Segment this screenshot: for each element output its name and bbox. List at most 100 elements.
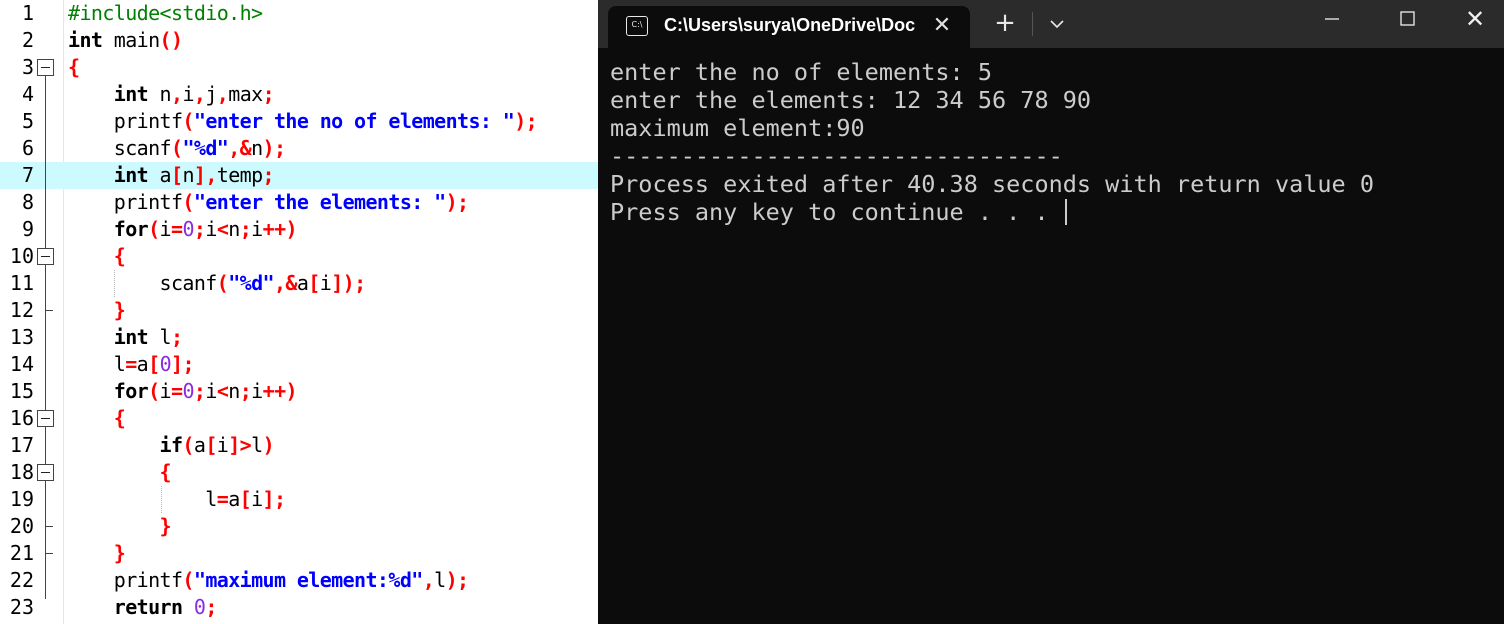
code-token: ; (193, 217, 206, 241)
code-token: i (159, 379, 172, 403)
console-output[interactable]: enter the no of elements: 5 enter the ele… (610, 58, 1374, 226)
code-text: for(i=0;i<n;i++) (68, 216, 298, 243)
code-token: printf (68, 190, 183, 214)
code-token: ; (239, 217, 252, 241)
code-token: ; (262, 163, 275, 187)
fold-end-mark (45, 553, 53, 554)
code-line[interactable]: 5 printf("enter the no of elements: "); (0, 108, 598, 135)
code-token: , (422, 568, 435, 592)
code-line[interactable]: 22 printf("maximum element:%d",l); (0, 567, 598, 594)
code-token: i (251, 487, 263, 511)
code-token: ]> (228, 433, 252, 457)
code-token: for (113, 217, 149, 241)
code-line[interactable]: 23 return 0; (0, 594, 598, 621)
code-line[interactable]: 1 #include<stdio.h> (0, 0, 598, 27)
code-token: < (216, 217, 229, 241)
code-line[interactable]: 9 for(i=0;i<n;i++) (0, 216, 598, 243)
code-token: = (171, 379, 183, 403)
console-line: enter the elements: 12 34 56 78 90 (610, 86, 1374, 114)
code-token: 0 (193, 595, 206, 619)
code-line[interactable]: 3{ (0, 54, 598, 81)
code-token: i (319, 271, 332, 295)
code-line[interactable]: 10 { (0, 243, 598, 270)
fold-toggle-icon[interactable] (37, 464, 54, 481)
window-close-icon[interactable]: ✕ (1442, 0, 1504, 40)
terminal-tab[interactable]: C:\ C:\Users\surya\OneDrive\Doc ✕ (608, 6, 970, 48)
code-token: ( (148, 217, 160, 241)
minimize-icon[interactable] (1298, 0, 1364, 40)
fold-toggle-icon[interactable] (37, 248, 54, 265)
code-token: max (228, 82, 263, 106)
code-line[interactable]: 11 scanf("%d",&a[i]); (0, 270, 598, 297)
code-token: ++) (262, 379, 298, 403)
maximize-icon[interactable] (1374, 0, 1440, 40)
titlebar-divider (1032, 12, 1033, 36)
code-line[interactable]: 20 } (0, 513, 598, 540)
code-token: i (251, 379, 263, 403)
code-text: if(a[i]>l) (68, 432, 275, 459)
close-icon[interactable]: ✕ (928, 12, 956, 40)
code-line[interactable]: 14 l=a[0]; (0, 351, 598, 378)
code-line[interactable]: 18 { (0, 459, 598, 486)
code-token: , (216, 82, 229, 106)
code-token: () (159, 28, 183, 52)
line-number: 10 (9, 244, 34, 268)
code-line[interactable]: 21 } (0, 540, 598, 567)
code-text: #include<stdio.h> (68, 0, 263, 27)
console-text: enter the elements: 12 34 56 78 90 (610, 86, 1092, 114)
code-line[interactable]: 2 int main() (0, 27, 598, 54)
fold-guide (45, 265, 46, 410)
code-token: ; (170, 325, 183, 349)
code-token: n (182, 163, 194, 187)
code-token: a (193, 433, 206, 457)
code-token: i (205, 379, 217, 403)
plus-icon[interactable]: + (990, 9, 1020, 39)
code-token: { (113, 406, 126, 430)
code-token: ); (262, 136, 286, 160)
line-number: 18 (9, 460, 34, 484)
code-token: a (228, 487, 240, 511)
code-line[interactable]: 7 int a[n],temp; (0, 162, 598, 189)
code-line[interactable]: 13 int l; (0, 324, 598, 351)
code-line[interactable]: 4 int n,i,j,max; (0, 81, 598, 108)
code-token: a (148, 163, 172, 187)
console-line: enter the no of elements: 5 (610, 58, 1374, 86)
code-line[interactable]: 15 for(i=0;i<n;i++) (0, 378, 598, 405)
terminal-titlebar: C:\ C:\Users\surya\OneDrive\Doc ✕ + ✕ (598, 0, 1504, 48)
code-token: i (182, 82, 194, 106)
code-text: int l; (68, 324, 183, 351)
line-number: 14 (9, 352, 34, 376)
fold-toggle-icon[interactable] (37, 59, 54, 76)
indent-guide (161, 486, 162, 513)
line-number: 23 (9, 595, 34, 619)
fold-toggle-icon[interactable] (37, 410, 54, 427)
terminal-window[interactable]: C:\ C:\Users\surya\OneDrive\Doc ✕ + ✕ en… (598, 0, 1504, 624)
code-token: #include<stdio.h> (68, 1, 263, 25)
code-line[interactable]: 6 scanf("%d",&n); (0, 135, 598, 162)
code-editor[interactable]: 1 #include<stdio.h> 2 int main() 3{4 int n,i… (0, 0, 598, 624)
chevron-down-icon[interactable] (1042, 9, 1072, 39)
code-line[interactable]: 16 { (0, 405, 598, 432)
code-token: n (148, 82, 172, 106)
code-line[interactable]: 19 l=a[i]; (0, 486, 598, 513)
code-line[interactable]: 8 printf("enter the elements: "); (0, 189, 598, 216)
code-token: i (251, 217, 263, 241)
code-token: ); (514, 109, 538, 133)
code-text: } (68, 540, 126, 567)
code-token: if (159, 433, 183, 457)
code-token: temp (216, 163, 263, 187)
code-token: ( (182, 109, 194, 133)
code-token: i (216, 433, 229, 457)
code-token: ); (445, 568, 469, 592)
code-text: return 0; (68, 594, 218, 621)
code-line[interactable]: 12 } (0, 297, 598, 324)
code-token: int (68, 28, 103, 52)
code-line[interactable]: 17 if(a[i]>l) (0, 432, 598, 459)
code-token: ; (262, 82, 275, 106)
